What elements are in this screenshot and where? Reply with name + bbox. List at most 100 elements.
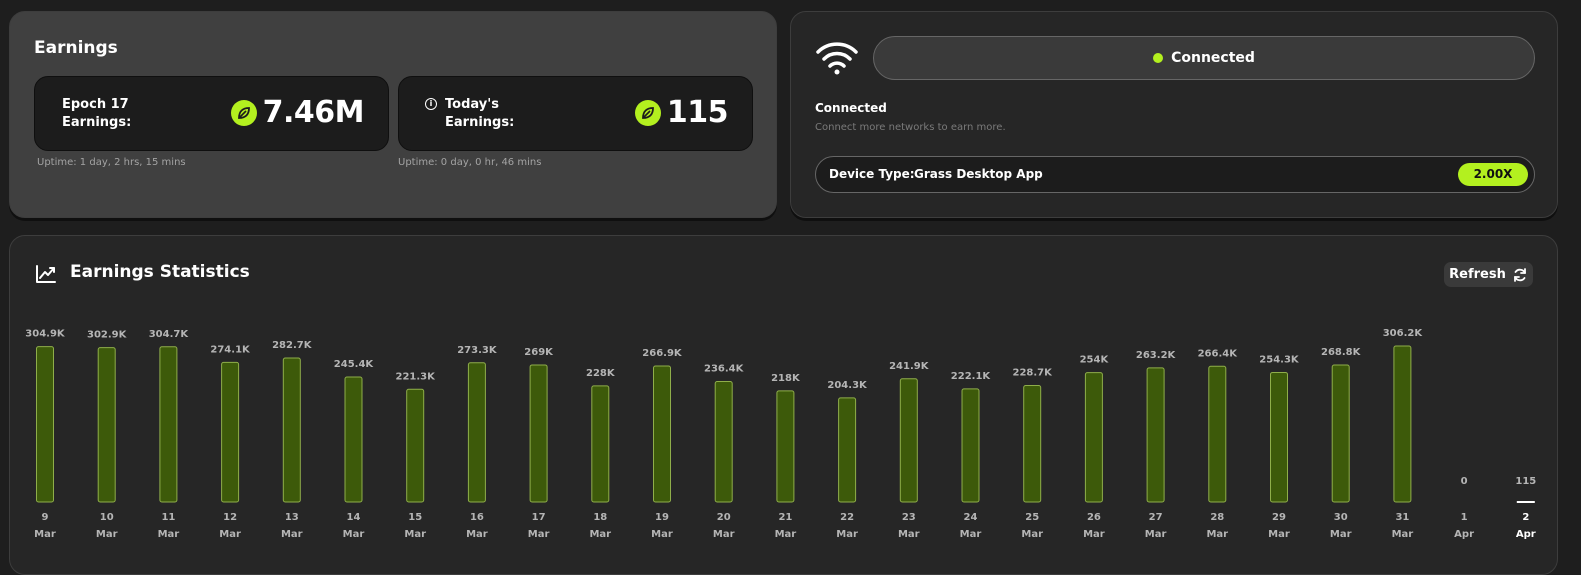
chart-data-label: 266.4K — [1198, 348, 1239, 359]
chart-x-tick-month: Mar — [158, 529, 180, 540]
chart-x-tick-month: Mar — [1206, 529, 1228, 540]
earnings-bar-chart: 304.9K 9 Mar 302.9K 1 0 Mar 304.7K 11 Mar 274.1K 12… — [25, 328, 1536, 540]
chart-x-tick-day: 20 — [717, 512, 731, 523]
chart-x-tick-day: 16 — [470, 512, 484, 523]
chart-x-tick-month: Mar — [1392, 529, 1414, 540]
grass-leaf-icon — [230, 99, 257, 126]
chart-bar — [1208, 365, 1227, 503]
chart-data-label: 302.9K — [87, 330, 128, 341]
chart-x-tick-month: Mar — [651, 529, 673, 540]
chart-bar — [406, 388, 425, 503]
chart-x-tick-day: 24 — [964, 512, 978, 523]
chart-x-tick-month: Mar — [281, 529, 303, 540]
chart-data-label: 282.7K — [272, 340, 313, 351]
today-uptime: Uptime: 0 day, 0 hr, 46 mins — [398, 157, 542, 168]
chart-data-label: 236.4K — [704, 364, 745, 375]
chart-data-label: 115 — [1515, 476, 1536, 487]
refresh-icon — [1513, 267, 1526, 282]
chart-x-tick-month: Apr — [1516, 529, 1536, 540]
info-icon[interactable]: i — [425, 98, 437, 110]
chart-x-tick-day: 25 — [1025, 512, 1039, 523]
device-type-pill: Device Type: Grass Desktop App 2.00X — [815, 156, 1535, 193]
chart-x-tick-day: 26 — [1087, 512, 1101, 523]
connection-status-button[interactable]: Connected — [873, 36, 1535, 80]
chart-bar — [36, 346, 54, 503]
chart-x-tick-day: 28 — [1210, 512, 1224, 523]
chart-data-label: 304.7K — [149, 329, 190, 340]
chart-x-tick-day: 15 — [408, 512, 422, 523]
epoch-earnings-label: Epoch 17 Earnings: — [62, 97, 132, 130]
earnings-title: Earnings — [34, 38, 118, 58]
selected-day-indicator — [1516, 501, 1535, 503]
device-type-value: Grass Desktop App — [914, 167, 1043, 181]
earnings-card: Earnings Epoch 17 Earnings: 7.46M Uptime… — [9, 11, 777, 218]
chart-x-tick-day: 17 — [532, 512, 546, 523]
chart-data-label: 268.8K — [1321, 347, 1362, 358]
chart-data-label: 241.9K — [889, 361, 930, 372]
chart-x-tick-month: Mar — [343, 529, 365, 540]
chart-bar — [1331, 364, 1350, 503]
chart-x-tick-day: 29 — [1272, 512, 1286, 523]
chart-x-tick-day: 11 — [161, 512, 175, 523]
chart-bar — [1270, 371, 1288, 503]
chart-data-label: 245.4K — [334, 359, 375, 370]
chart-x-tick-month: Mar — [775, 529, 797, 540]
chart-x-tick-day: 22 — [840, 512, 854, 523]
chart-bar — [591, 385, 610, 503]
chart-bar — [221, 361, 240, 503]
network-card: Connected Connected Connect more network… — [790, 11, 1558, 218]
chart-bar — [1023, 384, 1042, 503]
chart-x-tick-day: 31 — [1395, 512, 1409, 523]
refresh-button[interactable]: Refresh — [1444, 262, 1533, 287]
chart-x-tick-month: Mar — [466, 529, 488, 540]
multiplier-badge: 2.00X — [1458, 163, 1528, 186]
chart-x-tick-day: 21 — [778, 512, 792, 523]
chart-bar — [961, 388, 980, 503]
chart-bar — [97, 347, 116, 503]
chart-data-label: 254.3K — [1259, 354, 1300, 365]
chart-bar — [159, 346, 178, 503]
chart-data-label: 274.1K — [210, 344, 251, 355]
status-dot — [1153, 53, 1164, 63]
grass-leaf-icon — [634, 99, 661, 126]
chart-x-tick-day: 12 — [223, 512, 237, 523]
chart-x-tick-month: Mar — [1021, 529, 1043, 540]
chart-bar — [1146, 367, 1165, 503]
chart-data-label: 306.2K — [1383, 328, 1424, 339]
chart-x-tick-month: Mar — [404, 529, 426, 540]
chart-x-tick-day: 18 — [593, 512, 607, 523]
chart-bar — [282, 357, 301, 503]
chart-x-tick-day: 27 — [1149, 512, 1163, 523]
chart-x-tick-day: 30 — [1334, 512, 1348, 523]
connection-title: Connected — [815, 101, 887, 115]
chart-x-tick-day: 9 — [42, 512, 49, 523]
chart-bar — [529, 364, 548, 503]
earnings-statistics-title: Earnings Statistics — [70, 262, 250, 282]
chart-bar — [899, 378, 918, 503]
chart-x-tick-day: 13 — [285, 512, 299, 523]
chart-x-tick-month: Mar — [219, 529, 241, 540]
chart-data-label: 218K — [771, 373, 801, 384]
chart-x-tick-day: 14 — [347, 512, 361, 523]
epoch-uptime: Uptime: 1 day, 2 hrs, 15 mins — [37, 157, 186, 168]
chart-bar — [344, 376, 363, 503]
chart-x-tick-day: 2 — [1522, 512, 1529, 523]
refresh-label: Refresh — [1449, 267, 1506, 282]
chart-x-tick-month: Mar — [1145, 529, 1167, 540]
chart-x-tick-month: Mar — [836, 529, 858, 540]
today-earnings-box: i Today's Earnings: 115 — [398, 76, 753, 151]
trend-chart-icon — [36, 265, 56, 283]
chart-x-tick-month: Mar — [1330, 529, 1352, 540]
chart-data-label: 273.3K — [457, 345, 498, 356]
chart-data-label: 266.9K — [642, 348, 683, 359]
chart-data-label: 0 — [1461, 476, 1468, 487]
chart-data-label: 228K — [586, 368, 616, 379]
chart-x-tick-day: 1 — [1461, 512, 1468, 523]
chart-data-label: 304.9K — [25, 329, 66, 340]
chart-data-label: 228.7K — [1013, 367, 1054, 378]
chart-data-label: 204.3K — [827, 380, 868, 391]
chart-data-label: 263.2K — [1136, 350, 1177, 361]
chart-x-tick-month: Mar — [898, 529, 920, 540]
device-type-label: Device Type: — [829, 167, 915, 181]
epoch-earnings-value: 7.46M — [262, 95, 365, 130]
